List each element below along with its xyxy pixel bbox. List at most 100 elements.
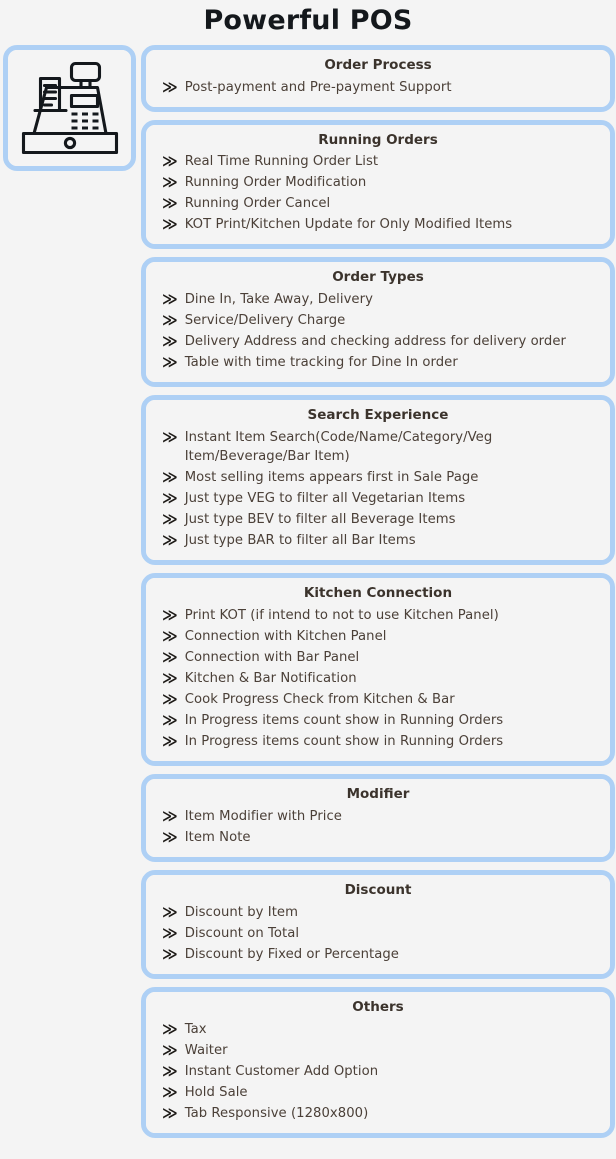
list-item-label: Hold Sale (184, 1084, 248, 1100)
list-item: ≫ Instant Item Search(Code/Name/Category… (154, 427, 602, 467)
list-item: ≫ Connection with Kitchen Panel (154, 626, 602, 647)
list-item-label: In Progress items count show in Running … (184, 734, 504, 750)
list-item-label: Kitchen & Bar Notification (184, 671, 357, 687)
double-chevron-icon: ≫ (162, 510, 178, 529)
list-item: ≫ Delivery Address and checking address … (154, 331, 602, 352)
list-item-label: Service/Delivery Charge (184, 313, 346, 329)
list-item: ≫ Just type BEV to filter all Beverage I… (154, 509, 602, 530)
card-title: Running Orders (318, 131, 438, 148)
list-item: ≫ Connection with Bar Panel (154, 647, 602, 668)
list-item-label: KOT Print/Kitchen Update for Only Modifi… (184, 217, 513, 233)
feature-card-inner: Others ≫ Tax ≫ Waiter ≫ Instant Customer (146, 991, 610, 1133)
double-chevron-icon: ≫ (162, 428, 178, 447)
double-chevron-icon: ≫ (162, 311, 178, 330)
double-chevron-icon: ≫ (162, 944, 178, 963)
cash-register-card-inner (8, 49, 131, 166)
list-item-label: Waiter (184, 1042, 228, 1058)
list-item-label: Running Order Cancel (184, 196, 331, 212)
list-item-label: Instant Item Search(Code/Name/Category/V… (184, 430, 493, 465)
feature-list: ≫ Print KOT (if intend to not to use Kit… (154, 605, 602, 752)
list-item: ≫ Kitchen & Bar Notification (154, 668, 602, 689)
list-item-label: Item Modifier with Price (184, 808, 342, 824)
feature-card-inner: Search Experience ≫ Instant Item Search(… (146, 400, 610, 561)
feature-card-order-types: Order Types ≫ Dine In, Take Away, Delive… (141, 257, 615, 388)
list-item: ≫ Waiter (154, 1040, 602, 1061)
list-item-label: Tax (184, 1021, 207, 1037)
list-item: ≫ Discount by Fixed or Percentage (154, 944, 602, 965)
feature-list: ≫ Item Modifier with Price ≫ Item Note (154, 806, 602, 848)
feature-card-running-orders: Running Orders ≫ Real Time Running Order… (141, 119, 615, 250)
double-chevron-icon: ≫ (162, 648, 178, 667)
card-title: Order Process (324, 56, 432, 73)
content-row: Order Process ≫ Post-payment and Pre-pay… (0, 44, 616, 1138)
list-item-label: Post-payment and Pre-payment Support (184, 79, 452, 95)
list-item: ≫ Tab Responsive (1280x800) (154, 1103, 602, 1124)
feature-list: ≫ Instant Item Search(Code/Name/Category… (154, 427, 602, 551)
double-chevron-icon: ≫ (162, 332, 178, 351)
card-title: Modifier (346, 786, 410, 803)
feature-card-others: Others ≫ Tax ≫ Waiter ≫ Instant Customer (141, 986, 615, 1138)
list-item-label: Print KOT (if intend to not to use Kitch… (184, 608, 499, 624)
double-chevron-icon: ≫ (162, 152, 178, 171)
double-chevron-icon: ≫ (162, 290, 178, 309)
double-chevron-icon: ≫ (162, 902, 178, 921)
feature-list: ≫ Discount by Item ≫ Discount on Total ≫… (154, 902, 602, 965)
double-chevron-icon: ≫ (162, 215, 178, 234)
feature-card-inner: Modifier ≫ Item Modifier with Price ≫ It… (146, 779, 610, 857)
feature-card-inner: Kitchen Connection ≫ Print KOT (if inten… (146, 578, 610, 762)
double-chevron-icon: ≫ (162, 77, 178, 96)
list-item: ≫ Running Order Modification (154, 172, 602, 193)
double-chevron-icon: ≫ (162, 1103, 178, 1122)
list-item: ≫ Instant Customer Add Option (154, 1061, 602, 1082)
list-item: ≫ Tax (154, 1019, 602, 1040)
double-chevron-icon: ≫ (162, 468, 178, 487)
double-chevron-icon: ≫ (162, 606, 178, 625)
list-item-label: In Progress items count show in Running … (184, 713, 504, 729)
list-item: ≫ Real Time Running Order List (154, 151, 602, 172)
feature-card-inner: Order Types ≫ Dine In, Take Away, Delive… (146, 262, 610, 383)
feature-card-search-experience: Search Experience ≫ Instant Item Search(… (141, 395, 615, 566)
double-chevron-icon: ≫ (162, 1040, 178, 1059)
list-item: ≫ Hold Sale (154, 1082, 602, 1103)
list-item: ≫ Table with time tracking for Dine In o… (154, 352, 602, 373)
list-item: ≫ In Progress items count show in Runnin… (154, 731, 602, 752)
feature-card-modifier: Modifier ≫ Item Modifier with Price ≫ It… (141, 774, 615, 862)
double-chevron-icon: ≫ (162, 1082, 178, 1101)
cash-register-card (3, 44, 136, 171)
page-title: Powerful POS (203, 5, 413, 36)
list-item: ≫ Running Order Cancel (154, 193, 602, 214)
double-chevron-icon: ≫ (162, 194, 178, 213)
list-item-label: Just type BEV to filter all Beverage Ite… (184, 512, 456, 528)
feature-card-kitchen-connection: Kitchen Connection ≫ Print KOT (if inten… (141, 573, 615, 767)
list-item: ≫ Discount on Total (154, 923, 602, 944)
powerful-pos-feature-page: Powerful POS Order Process ≫ Post-paymen… (0, 0, 616, 1159)
list-item: ≫ Service/Delivery Charge (154, 310, 602, 331)
list-item-label: Connection with Kitchen Panel (184, 629, 387, 645)
double-chevron-icon: ≫ (162, 711, 178, 730)
double-chevron-icon: ≫ (162, 806, 178, 825)
feature-card-inner: Discount ≫ Discount by Item ≫ Discount o… (146, 874, 610, 974)
feature-list: ≫ Dine In, Take Away, Delivery ≫ Service… (154, 289, 602, 373)
double-chevron-icon: ≫ (162, 690, 178, 709)
list-item-label: Discount on Total (184, 925, 300, 941)
double-chevron-icon: ≫ (162, 627, 178, 646)
list-item-label: Tab Responsive (1280x800) (184, 1105, 369, 1121)
feature-list: ≫ Tax ≫ Waiter ≫ Instant Customer Add Op… (154, 1019, 602, 1124)
icon-column (0, 44, 136, 171)
list-item: ≫ Just type VEG to filter all Vegetarian… (154, 488, 602, 509)
card-title: Order Types (332, 269, 424, 286)
double-chevron-icon: ≫ (162, 732, 178, 751)
list-item-label: Delivery Address and checking address fo… (184, 334, 566, 350)
list-item-label: Most selling items appears first in Sale… (184, 470, 479, 486)
list-item: ≫ Discount by Item (154, 902, 602, 923)
feature-card-inner: Running Orders ≫ Real Time Running Order… (146, 124, 610, 245)
list-item-label: Cook Progress Check from Kitchen & Bar (184, 692, 455, 708)
list-item: ≫ Most selling items appears first in Sa… (154, 467, 602, 488)
feature-card-order-process: Order Process ≫ Post-payment and Pre-pay… (141, 44, 615, 112)
feature-list: ≫ Post-payment and Pre-payment Support (154, 77, 602, 98)
feature-cards-column: Order Process ≫ Post-payment and Pre-pay… (141, 44, 616, 1138)
card-title: Kitchen Connection (303, 585, 453, 602)
feature-card-inner: Order Process ≫ Post-payment and Pre-pay… (146, 49, 610, 107)
list-item-label: Discount by Item (184, 904, 298, 920)
list-item-label: Connection with Bar Panel (184, 650, 360, 666)
